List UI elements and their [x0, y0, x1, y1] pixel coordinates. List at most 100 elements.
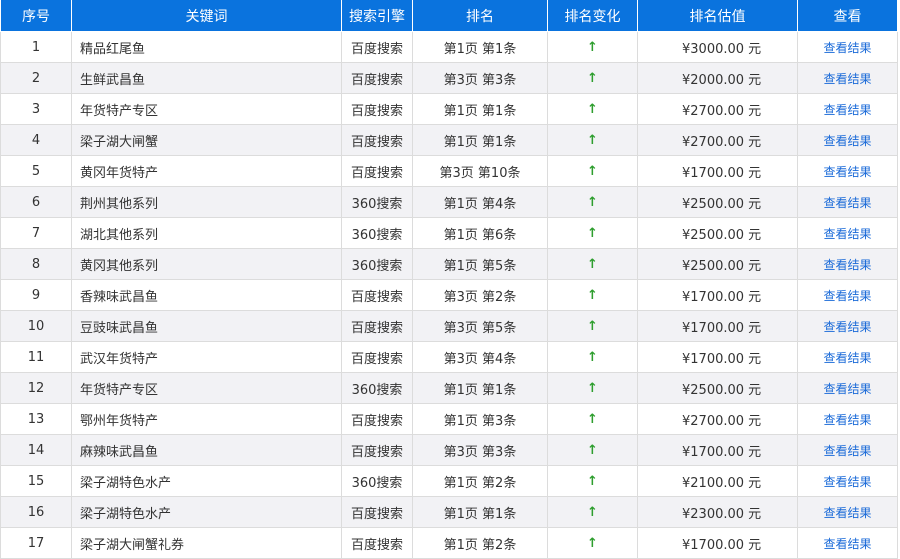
- arrow-up-icon: ↑: [587, 535, 598, 551]
- table-row: 2 生鲜武昌鱼 百度搜索 第3页 第3条 ↑ ¥2000.00 元 查看结果: [0, 62, 898, 94]
- cell-rank-change: ↑: [547, 372, 638, 404]
- cell-rank-value: ¥1700.00 元: [637, 279, 798, 311]
- view-result-link[interactable]: 查看结果: [823, 258, 871, 272]
- view-result-link[interactable]: 查看结果: [823, 537, 871, 551]
- table-row: 11 武汉年货特产 百度搜索 第3页 第4条 ↑ ¥1700.00 元 查看结果: [0, 341, 898, 373]
- cell-rank-change: ↑: [547, 279, 638, 311]
- cell-keyword: 香辣味武昌鱼: [71, 279, 342, 311]
- cell-search-engine: 百度搜索: [341, 496, 413, 528]
- cell-index: 1: [0, 31, 72, 63]
- header-index: 序号: [0, 0, 72, 32]
- cell-keyword: 年货特产专区: [71, 372, 342, 404]
- header-view: 查看: [797, 0, 898, 32]
- view-result-link[interactable]: 查看结果: [823, 165, 871, 179]
- cell-rank-value: ¥2300.00 元: [637, 496, 798, 528]
- view-result-link[interactable]: 查看结果: [823, 320, 871, 334]
- arrow-up-icon: ↑: [587, 349, 598, 365]
- cell-rank: 第1页 第1条: [412, 372, 548, 404]
- arrow-up-icon: ↑: [587, 256, 598, 272]
- cell-search-engine: 百度搜索: [341, 403, 413, 435]
- arrow-up-icon: ↑: [587, 380, 598, 396]
- cell-keyword: 武汉年货特产: [71, 341, 342, 373]
- cell-rank-value: ¥2500.00 元: [637, 186, 798, 218]
- cell-keyword: 黄冈其他系列: [71, 248, 342, 280]
- cell-rank-value: ¥2500.00 元: [637, 217, 798, 249]
- cell-view: 查看结果: [797, 341, 898, 373]
- cell-view: 查看结果: [797, 403, 898, 435]
- cell-rank-change: ↑: [547, 248, 638, 280]
- cell-rank: 第3页 第10条: [412, 155, 548, 187]
- cell-view: 查看结果: [797, 31, 898, 63]
- cell-search-engine: 百度搜索: [341, 310, 413, 342]
- cell-rank-change: ↑: [547, 465, 638, 497]
- view-result-link[interactable]: 查看结果: [823, 227, 871, 241]
- keyword-ranking-table: 序号 关键词 搜索引擎 排名 排名变化 排名估值 查看 1 精品红尾鱼 百度搜索 第1…: [0, 0, 898, 559]
- cell-search-engine: 百度搜索: [341, 93, 413, 125]
- cell-index: 7: [0, 217, 72, 249]
- cell-index: 2: [0, 62, 72, 94]
- cell-view: 查看结果: [797, 217, 898, 249]
- view-result-link[interactable]: 查看结果: [823, 351, 871, 365]
- cell-view: 查看结果: [797, 93, 898, 125]
- arrow-up-icon: ↑: [587, 70, 598, 86]
- cell-rank-value: ¥1700.00 元: [637, 527, 798, 559]
- cell-search-engine: 百度搜索: [341, 527, 413, 559]
- cell-rank-change: ↑: [547, 62, 638, 94]
- cell-keyword: 生鲜武昌鱼: [71, 62, 342, 94]
- cell-search-engine: 360搜索: [341, 465, 413, 497]
- cell-rank-change: ↑: [547, 496, 638, 528]
- arrow-up-icon: ↑: [587, 473, 598, 489]
- cell-rank-value: ¥1700.00 元: [637, 434, 798, 466]
- table-row: 3 年货特产专区 百度搜索 第1页 第1条 ↑ ¥2700.00 元 查看结果: [0, 93, 898, 125]
- cell-view: 查看结果: [797, 465, 898, 497]
- cell-view: 查看结果: [797, 62, 898, 94]
- cell-rank: 第3页 第5条: [412, 310, 548, 342]
- cell-view: 查看结果: [797, 527, 898, 559]
- cell-search-engine: 百度搜索: [341, 62, 413, 94]
- view-result-link[interactable]: 查看结果: [823, 413, 871, 427]
- cell-rank-change: ↑: [547, 341, 638, 373]
- arrow-up-icon: ↑: [587, 39, 598, 55]
- view-result-link[interactable]: 查看结果: [823, 41, 871, 55]
- arrow-up-icon: ↑: [587, 504, 598, 520]
- cell-keyword: 梁子湖大闸蟹礼券: [71, 527, 342, 559]
- cell-view: 查看结果: [797, 279, 898, 311]
- cell-rank: 第1页 第5条: [412, 248, 548, 280]
- cell-index: 5: [0, 155, 72, 187]
- cell-index: 6: [0, 186, 72, 218]
- view-result-link[interactable]: 查看结果: [823, 444, 871, 458]
- table-row: 1 精品红尾鱼 百度搜索 第1页 第1条 ↑ ¥3000.00 元 查看结果: [0, 31, 898, 63]
- cell-index: 9: [0, 279, 72, 311]
- cell-rank-value: ¥2700.00 元: [637, 124, 798, 156]
- view-result-link[interactable]: 查看结果: [823, 382, 871, 396]
- arrow-up-icon: ↑: [587, 163, 598, 179]
- header-rank: 排名: [412, 0, 548, 32]
- cell-index: 13: [0, 403, 72, 435]
- table-row: 10 豆豉味武昌鱼 百度搜索 第3页 第5条 ↑ ¥1700.00 元 查看结果: [0, 310, 898, 342]
- cell-keyword: 黄冈年货特产: [71, 155, 342, 187]
- view-result-link[interactable]: 查看结果: [823, 72, 871, 86]
- view-result-link[interactable]: 查看结果: [823, 196, 871, 210]
- table-row: 15 梁子湖特色水产 360搜索 第1页 第2条 ↑ ¥2100.00 元 查看结果: [0, 465, 898, 497]
- cell-view: 查看结果: [797, 434, 898, 466]
- cell-rank-change: ↑: [547, 124, 638, 156]
- cell-rank: 第3页 第3条: [412, 434, 548, 466]
- cell-rank-value: ¥1700.00 元: [637, 341, 798, 373]
- cell-search-engine: 百度搜索: [341, 279, 413, 311]
- table-row: 12 年货特产专区 360搜索 第1页 第1条 ↑ ¥2500.00 元 查看结果: [0, 372, 898, 404]
- cell-rank: 第3页 第4条: [412, 341, 548, 373]
- cell-keyword: 湖北其他系列: [71, 217, 342, 249]
- cell-index: 10: [0, 310, 72, 342]
- table-row: 5 黄冈年货特产 百度搜索 第3页 第10条 ↑ ¥1700.00 元 查看结果: [0, 155, 898, 187]
- arrow-up-icon: ↑: [587, 194, 598, 210]
- cell-rank-value: ¥1700.00 元: [637, 310, 798, 342]
- view-result-link[interactable]: 查看结果: [823, 506, 871, 520]
- view-result-link[interactable]: 查看结果: [823, 289, 871, 303]
- view-result-link[interactable]: 查看结果: [823, 475, 871, 489]
- view-result-link[interactable]: 查看结果: [823, 134, 871, 148]
- view-result-link[interactable]: 查看结果: [823, 103, 871, 117]
- cell-search-engine: 百度搜索: [341, 434, 413, 466]
- cell-keyword: 梁子湖特色水产: [71, 496, 342, 528]
- cell-rank-change: ↑: [547, 310, 638, 342]
- cell-view: 查看结果: [797, 496, 898, 528]
